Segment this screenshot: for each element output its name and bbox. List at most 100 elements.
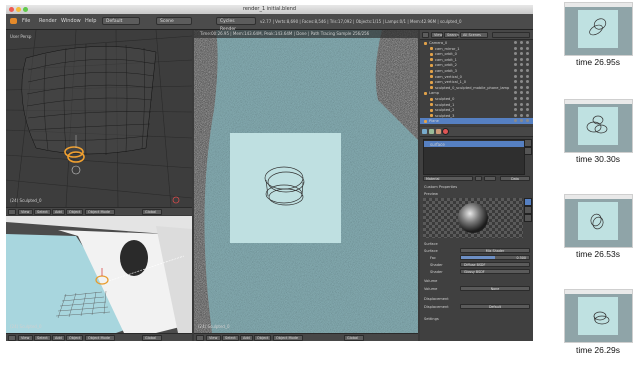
render-camera-icon[interactable] (526, 102, 529, 106)
menu-window[interactable]: Window (61, 18, 81, 24)
view-menu[interactable]: View (18, 209, 33, 215)
link-data-selector[interactable]: Data (500, 176, 530, 181)
editor-type-button[interactable] (422, 31, 429, 38)
viewport-rendered[interactable]: Time:00:26.95 | Mem:143.64M, Peak:143.64… (194, 30, 418, 341)
mode-selector[interactable]: Object Mode (85, 335, 115, 341)
render-camera-icon[interactable] (526, 74, 529, 78)
selectable-arrow-icon[interactable] (520, 102, 523, 106)
visibility-eye-icon[interactable] (514, 46, 517, 50)
editor-type-button[interactable] (8, 209, 16, 215)
render-camera-icon[interactable] (526, 80, 529, 84)
render-camera-icon[interactable] (526, 41, 529, 44)
orientation-selector[interactable]: Global (344, 335, 364, 341)
render-camera-icon[interactable] (526, 46, 529, 50)
render-engine-selector[interactable]: Cycles Render (216, 17, 256, 32)
render-camera-icon[interactable] (526, 91, 529, 95)
render-camera-icon[interactable] (526, 57, 529, 61)
selectable-arrow-icon[interactable] (520, 41, 523, 44)
surface-panel-header[interactable]: Surface (424, 241, 533, 247)
render-camera-icon[interactable] (526, 119, 529, 123)
mode-selector[interactable]: Object Mode (273, 335, 303, 341)
outliner-item[interactable]: Plane (420, 118, 533, 125)
visibility-eye-icon[interactable] (514, 119, 517, 123)
add-menu[interactable]: Add (240, 335, 253, 341)
render-camera-icon[interactable] (526, 97, 529, 100)
selectable-arrow-icon[interactable] (520, 108, 523, 112)
outliner-search-menu[interactable]: Search (444, 31, 459, 38)
visibility-eye-icon[interactable] (514, 41, 517, 44)
orientation-selector[interactable]: Global (142, 335, 162, 341)
fake-user-button[interactable] (484, 176, 496, 181)
render-camera-icon[interactable] (526, 52, 529, 56)
select-menu[interactable]: Select (34, 209, 51, 215)
display-mode-selector[interactable]: All Scenes (460, 31, 488, 38)
add-menu[interactable]: Add (52, 209, 65, 215)
render-tab-icon[interactable] (422, 129, 427, 134)
selectable-arrow-icon[interactable] (520, 119, 523, 123)
view-menu[interactable]: View (206, 335, 221, 341)
selectable-arrow-icon[interactable] (520, 97, 523, 100)
shader1-selector[interactable]: Diffuse BSDF (460, 262, 530, 267)
material-tab-icon[interactable] (443, 129, 448, 134)
object-menu[interactable]: Object (66, 209, 83, 215)
visibility-eye-icon[interactable] (514, 57, 517, 61)
outliner-view-menu[interactable]: View (431, 31, 443, 38)
object-tab-icon[interactable] (436, 129, 441, 134)
visibility-eye-icon[interactable] (514, 74, 517, 78)
selectable-arrow-icon[interactable] (520, 80, 523, 84)
material-name-field[interactable]: Material (423, 176, 473, 181)
menu-render[interactable]: Render (39, 18, 57, 24)
displacement-panel-header[interactable]: Displacement (424, 296, 533, 302)
visibility-eye-icon[interactable] (514, 69, 517, 72)
settings-panel-header[interactable]: Settings (424, 316, 533, 322)
preview-panel-header[interactable]: Preview (424, 191, 533, 197)
visibility-eye-icon[interactable] (514, 63, 517, 67)
preview-cube-type-button[interactable] (524, 214, 532, 222)
render-thumbnail-1[interactable] (564, 2, 633, 56)
fac-slider[interactable]: 0.500 (460, 255, 530, 260)
outliner-search-input[interactable] (492, 31, 530, 38)
scene-tab-icon[interactable] (429, 129, 434, 134)
visibility-eye-icon[interactable] (514, 80, 517, 84)
custom-props-panel-header[interactable]: Custom Properties (424, 184, 533, 190)
preview-sphere-type-button[interactable] (524, 198, 532, 206)
visibility-eye-icon[interactable] (514, 52, 517, 56)
render-thumbnail-3[interactable] (564, 194, 633, 248)
visibility-eye-icon[interactable] (514, 85, 517, 89)
menu-file[interactable]: File (22, 18, 30, 24)
selectable-arrow-icon[interactable] (520, 63, 523, 67)
editor-type-button[interactable] (8, 335, 16, 341)
selectable-arrow-icon[interactable] (520, 69, 523, 72)
editor-type-icon[interactable] (10, 18, 17, 24)
selectable-arrow-icon[interactable] (520, 91, 523, 95)
viewport-top-left[interactable]: User Persp (24) Sculpted_0 View Select A… (6, 30, 192, 215)
selectable-arrow-icon[interactable] (520, 113, 523, 117)
render-camera-icon[interactable] (526, 85, 529, 89)
editor-type-button[interactable] (196, 335, 204, 341)
add-slot-button[interactable] (524, 139, 532, 147)
orientation-selector[interactable]: Global (142, 209, 162, 215)
selectable-arrow-icon[interactable] (520, 52, 523, 56)
render-camera-icon[interactable] (526, 113, 529, 117)
shader2-selector[interactable]: Glossy BSDF (460, 269, 530, 274)
render-camera-icon[interactable] (526, 108, 529, 112)
selectable-arrow-icon[interactable] (520, 85, 523, 89)
mode-selector[interactable]: Object Mode (85, 209, 115, 215)
material-slot-selected[interactable]: surface (424, 141, 524, 147)
select-menu[interactable]: Select (222, 335, 239, 341)
visibility-eye-icon[interactable] (514, 102, 517, 106)
selectable-arrow-icon[interactable] (520, 57, 523, 61)
surface-shader-selector[interactable]: Mix Shader (460, 248, 530, 253)
preview-flat-type-button[interactable] (524, 206, 532, 214)
render-camera-icon[interactable] (526, 69, 529, 72)
view-menu[interactable]: View (18, 335, 33, 341)
object-menu[interactable]: Object (66, 335, 83, 341)
volume-shader-selector[interactable]: None (460, 286, 530, 291)
visibility-eye-icon[interactable] (514, 97, 517, 100)
menu-help[interactable]: Help (85, 18, 96, 24)
visibility-eye-icon[interactable] (514, 113, 517, 117)
visibility-eye-icon[interactable] (514, 108, 517, 112)
add-menu[interactable]: Add (52, 335, 65, 341)
object-menu[interactable]: Object (254, 335, 271, 341)
render-thumbnail-4[interactable] (564, 289, 633, 343)
